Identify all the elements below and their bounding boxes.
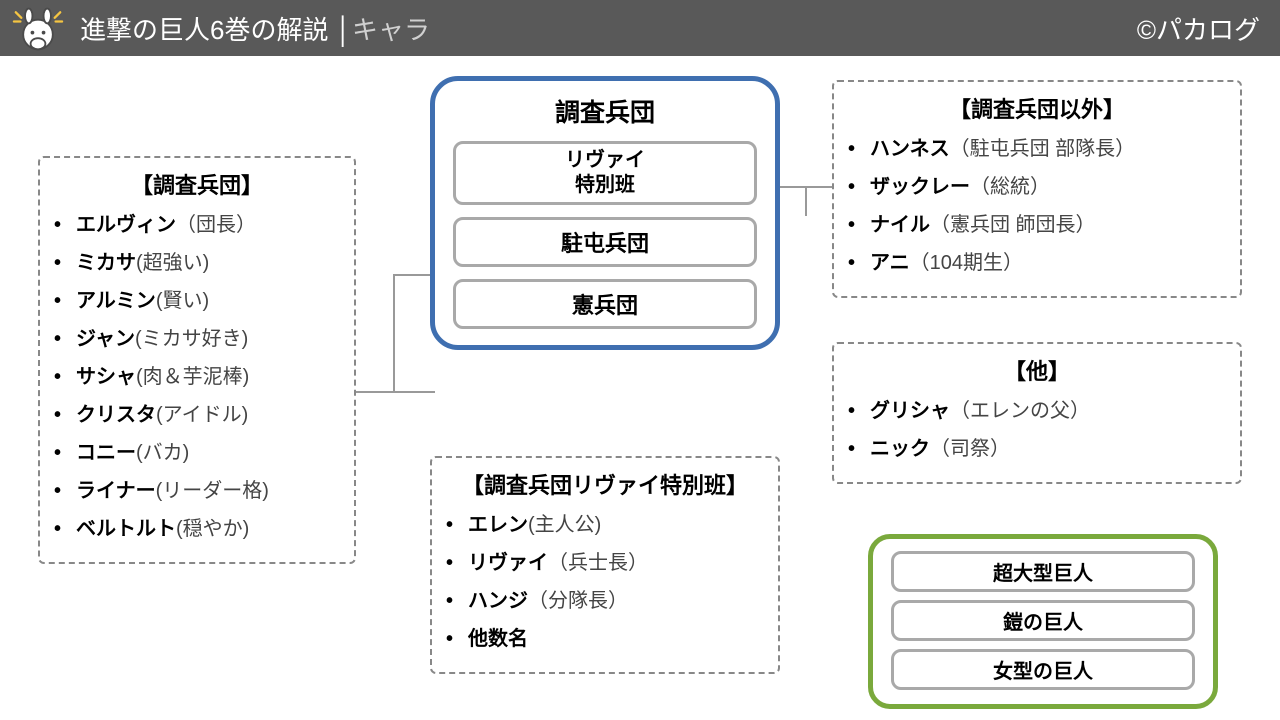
title-main: 進撃の巨人6巻の解説 [80,15,328,45]
titan-box: 女型の巨人 [891,649,1195,690]
character-item: グリシャ（エレンの父） [848,392,1226,430]
page-title: 進撃の巨人6巻の解説 │キャラ [80,10,430,47]
character-list: グリシャ（エレンの父）ニック（司祭） [848,392,1226,468]
character-name: ライナー [76,480,156,502]
character-item: ハンジ（分隊長） [446,582,764,620]
alpaca-logo-icon [10,3,66,53]
character-list: ハンネス（駐屯兵団 部隊長）ザックレー（総統）ナイル（憲兵団 師団長）アニ（10… [848,130,1226,282]
title-sep: │ [328,15,351,45]
character-note: （兵士長） [548,552,648,574]
connector-line [805,186,807,216]
box-title: 【他】 [848,354,1226,386]
character-item: ニック（司祭） [848,430,1226,468]
survey-corps-box: 【調査兵団】 エルヴィン（団長）ミカサ(超強い)アルミン(賢い)ジャン(ミカサ好… [38,156,356,564]
character-name: アルミン [76,290,156,312]
character-item: クリスタ(アイドル) [54,396,340,434]
character-name: ハンジ [468,590,528,612]
character-item: サシャ(肉＆芋泥棒) [54,358,340,396]
character-note: (超強い) [136,252,209,274]
character-name: リヴァイ [468,552,548,574]
character-note: （104期生） [910,252,1023,274]
character-name: アニ [870,252,910,274]
box-title: 【調査兵団】 [54,168,340,200]
character-item: ミカサ(超強い) [54,244,340,282]
titan-box: 超大型巨人 [891,551,1195,592]
character-note: （司祭） [930,438,1010,460]
character-note: (ミカサ好き) [135,328,248,350]
box-title: 【調査兵団以外】 [848,92,1226,124]
character-item: エレン(主人公) [446,506,764,544]
character-name: エレン [468,514,528,536]
character-name: 他数名 [468,628,528,650]
blue-title: 調査兵団 [453,93,757,129]
levi-squad-members-box: 【調査兵団リヴァイ特別班】 エレン(主人公)リヴァイ（兵士長）ハンジ（分隊長）他… [430,456,780,674]
character-note: （分隊長） [528,590,628,612]
character-item: ハンネス（駐屯兵団 部隊長） [848,130,1226,168]
character-item: ジャン(ミカサ好き) [54,320,340,358]
box-title: 【調査兵団リヴァイ特別班】 [446,468,764,500]
credit: ©パカログ [1137,10,1260,47]
character-list: エレン(主人公)リヴァイ（兵士長）ハンジ（分隊長）他数名 [446,506,764,658]
character-name: グリシャ [870,400,950,422]
character-note: （憲兵団 師団長） [930,214,1096,236]
character-note: (アイドル) [156,404,248,426]
character-item: コニー(バカ) [54,434,340,472]
character-note: (バカ) [136,442,189,464]
character-name: ミカサ [76,252,136,274]
character-note: (肉＆芋泥棒) [136,366,249,388]
character-name: サシャ [76,366,136,388]
connector-line [393,274,433,276]
character-item: ライナー(リーダー格) [54,472,340,510]
character-name: ベルトルト [76,518,176,540]
titan-box: 鎧の巨人 [891,600,1195,641]
character-item: アルミン(賢い) [54,282,340,320]
character-item: アニ（104期生） [848,244,1226,282]
connector-line [355,391,435,393]
character-name: ジャン [76,328,135,350]
character-note: （エレンの父） [950,400,1090,422]
character-note: （駐屯兵団 部隊長） [950,138,1136,160]
character-item: ベルトルト(穏やか) [54,510,340,548]
character-note: (賢い) [156,290,209,312]
character-name: ナイル [870,214,930,236]
garrison-box: 駐屯兵団 [453,217,757,267]
character-name: ニック [870,438,930,460]
title-sub: キャラ [352,15,430,45]
titans-group: 超大型巨人鎧の巨人女型の巨人 [868,534,1218,709]
military-branches-group: 調査兵団 リヴァイ 特別班 駐屯兵団 憲兵団 [430,76,780,350]
character-item: ナイル（憲兵団 師団長） [848,206,1226,244]
character-name: コニー [76,442,136,464]
character-name: ハンネス [870,138,950,160]
character-item: 他数名 [446,620,764,658]
others-box: 【他】 グリシャ（エレンの父）ニック（司祭） [832,342,1242,484]
page-header: 進撃の巨人6巻の解説 │キャラ ©パカログ [0,0,1280,56]
connector-line [393,274,395,393]
character-item: ザックレー（総統） [848,168,1226,206]
header-left: 進撃の巨人6巻の解説 │キャラ [10,3,430,53]
character-note: (主人公) [528,514,601,536]
character-name: エルヴィン [76,214,176,236]
levi-squad-box: リヴァイ 特別班 [453,141,757,205]
character-note: (リーダー格) [156,480,269,502]
military-police-box: 憲兵団 [453,279,757,329]
character-item: リヴァイ（兵士長） [446,544,764,582]
character-item: エルヴィン（団長） [54,206,340,244]
character-name: クリスタ [76,404,156,426]
character-list: エルヴィン（団長）ミカサ(超強い)アルミン(賢い)ジャン(ミカサ好き)サシャ(肉… [54,206,340,548]
character-name: ザックレー [870,176,970,198]
character-note: （団長） [176,214,256,236]
diagram-canvas: 【調査兵団】 エルヴィン（団長）ミカサ(超強い)アルミン(賢い)ジャン(ミカサ好… [0,56,1280,720]
character-note: （総統） [970,176,1050,198]
non-survey-corps-box: 【調査兵団以外】 ハンネス（駐屯兵団 部隊長）ザックレー（総統）ナイル（憲兵団 … [832,80,1242,298]
character-note: (穏やか) [176,518,249,540]
